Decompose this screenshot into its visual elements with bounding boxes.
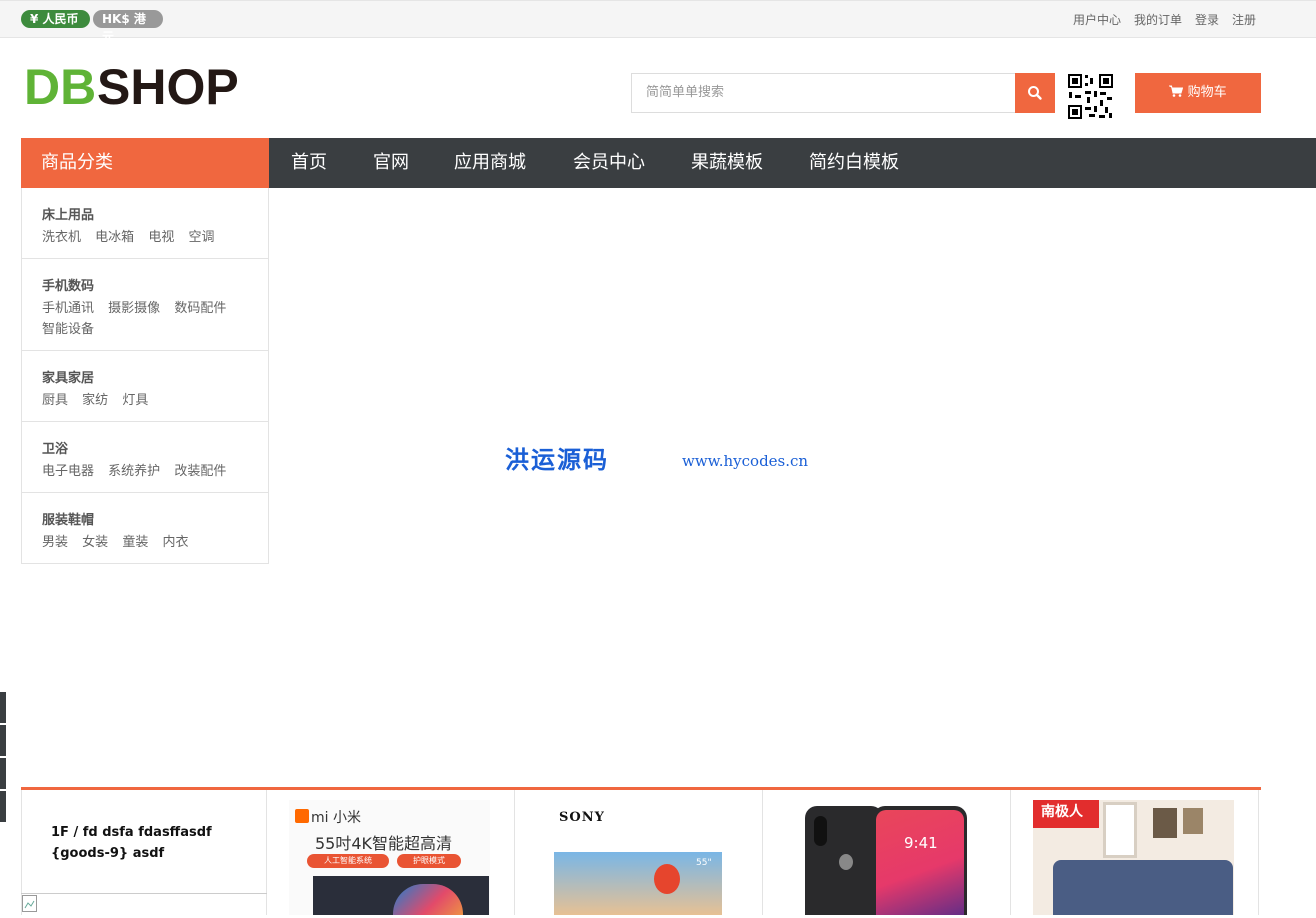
product-brand: mi 小米 <box>311 810 361 826</box>
subcategory-link[interactable]: 灯具 <box>122 393 148 408</box>
subcategory-link[interactable]: 童装 <box>122 535 148 550</box>
side-tab[interactable] <box>0 692 6 723</box>
subcategory-link[interactable]: 厨具 <box>42 393 68 408</box>
tv-screen: 55" <box>554 852 722 915</box>
subcategory-link[interactable]: 洗衣机 <box>42 230 81 245</box>
category-title[interactable]: 手机数码 <box>42 275 248 294</box>
cart-icon <box>1169 85 1187 100</box>
nav-item-app-store[interactable]: 应用商城 <box>454 138 526 188</box>
register-link[interactable]: 注册 <box>1232 11 1256 28</box>
phone-back <box>805 806 883 915</box>
subcategory-link[interactable]: 女装 <box>82 535 108 550</box>
floor-title: 1F / fd dsfa fdasffasdf {goods-9} asdf <box>51 825 212 861</box>
subcategory-link[interactable]: 电视 <box>148 230 174 245</box>
category-title[interactable]: 家具家居 <box>42 367 248 386</box>
watermark-brand: 洪运源码 <box>505 445 609 474</box>
svg-text:DB: DB <box>24 64 96 108</box>
login-link[interactable]: 登录 <box>1195 11 1219 28</box>
subcategory-link[interactable]: 系统养护 <box>108 464 160 479</box>
logo[interactable]: DB SHOP <box>24 59 249 115</box>
product-brand: 南极人 <box>1033 800 1099 828</box>
product-tag: 护眼模式 <box>397 854 461 868</box>
top-links: 用户中心 我的订单 登录 注册 <box>1073 11 1256 28</box>
nav-item-member-center[interactable]: 会员中心 <box>573 138 645 188</box>
product-image-sony[interactable]: SONY 55" <box>537 800 738 915</box>
subcategory-link[interactable]: 空调 <box>188 230 214 245</box>
side-tab[interactable] <box>0 758 6 789</box>
subcategory-link[interactable]: 手机通讯 <box>42 301 94 316</box>
product-image-xiaomi[interactable]: mi 小米 55吋4K智能超高清 人工智能系统 护眼模式 <box>289 800 490 915</box>
category-menu-title[interactable]: 商品分类 <box>21 138 269 188</box>
nav-item-fruit-template[interactable]: 果蔬模板 <box>691 138 763 188</box>
watermark-url: www.hycodes.cn <box>682 452 809 470</box>
product-tag: 人工智能系统 <box>307 854 389 868</box>
mi-logo-icon <box>295 809 309 823</box>
subcategory-link[interactable]: 摄影摄像 <box>108 301 160 316</box>
category-group: 床上用品 洗衣机 电冰箱 电视 空调 <box>22 188 268 259</box>
subcategory-link[interactable]: 改装配件 <box>174 464 226 479</box>
apple-logo-icon <box>839 854 853 870</box>
category-title[interactable]: 服装鞋帽 <box>42 509 248 528</box>
search-icon <box>1028 86 1042 100</box>
cart-button[interactable]: 购物车 <box>1135 73 1261 113</box>
svg-text:SHOP: SHOP <box>97 64 239 108</box>
nav-item-official[interactable]: 官网 <box>373 138 409 188</box>
subcategory-link[interactable]: 电冰箱 <box>95 230 134 245</box>
category-group: 手机数码 手机通讯 摄影摄像 数码配件 智能设备 <box>22 259 268 351</box>
tv-screen <box>313 876 489 915</box>
product-headline: 55吋4K智能超高清 <box>315 834 453 853</box>
subcategory-link[interactable]: 数码配件 <box>174 301 226 316</box>
floor-image-broken[interactable] <box>21 893 267 915</box>
cart-label: 购物车 <box>1187 85 1227 100</box>
tv-size-label: 55" <box>696 858 712 868</box>
subcategory-link[interactable]: 电子电器 <box>42 464 94 479</box>
search-button[interactable] <box>1015 73 1055 113</box>
category-list: 床上用品 洗衣机 电冰箱 电视 空调 手机数码 手机通讯 摄影摄像 数码配件 智… <box>21 188 269 564</box>
side-tab[interactable] <box>0 791 6 822</box>
category-group: 家具家居 厨具 家纺 灯具 <box>22 351 268 422</box>
my-orders-link[interactable]: 我的订单 <box>1134 11 1182 28</box>
search-input[interactable]: 简简单单搜索 <box>631 73 1016 113</box>
subcategory-link[interactable]: 家纺 <box>82 393 108 408</box>
currency-rmb[interactable]: ¥ 人民币 <box>21 10 90 28</box>
top-bar: ¥ 人民币 HK$ 港元 用户中心 我的订单 登录 注册 <box>0 0 1316 44</box>
product-image-bedding[interactable]: 南极人 <box>1033 800 1234 915</box>
currency-hkd[interactable]: HK$ 港元 <box>93 10 163 44</box>
subcategory-link[interactable]: 内衣 <box>162 535 188 550</box>
product-image-iphone[interactable]: 9:41 <box>785 800 986 915</box>
qr-code <box>1067 73 1114 120</box>
nav-item-home[interactable]: 首页 <box>291 138 327 188</box>
category-group: 卫浴 电子电器 系统养护 改装配件 <box>22 422 268 493</box>
phone-front: 9:41 <box>873 806 967 915</box>
subcategory-link[interactable]: 男装 <box>42 535 68 550</box>
user-center-link[interactable]: 用户中心 <box>1073 11 1121 28</box>
category-title[interactable]: 卫浴 <box>42 438 248 457</box>
category-group: 服装鞋帽 男装 女装 童装 内衣 <box>22 493 268 563</box>
broken-image-icon <box>22 895 37 912</box>
phone-clock: 9:41 <box>904 834 938 852</box>
subcategory-link[interactable]: 智能设备 <box>42 322 94 337</box>
category-title[interactable]: 床上用品 <box>42 204 248 223</box>
product-brand: SONY <box>559 810 605 825</box>
nav-item-white-template[interactable]: 简约白模板 <box>809 138 899 188</box>
side-tab[interactable] <box>0 725 6 756</box>
